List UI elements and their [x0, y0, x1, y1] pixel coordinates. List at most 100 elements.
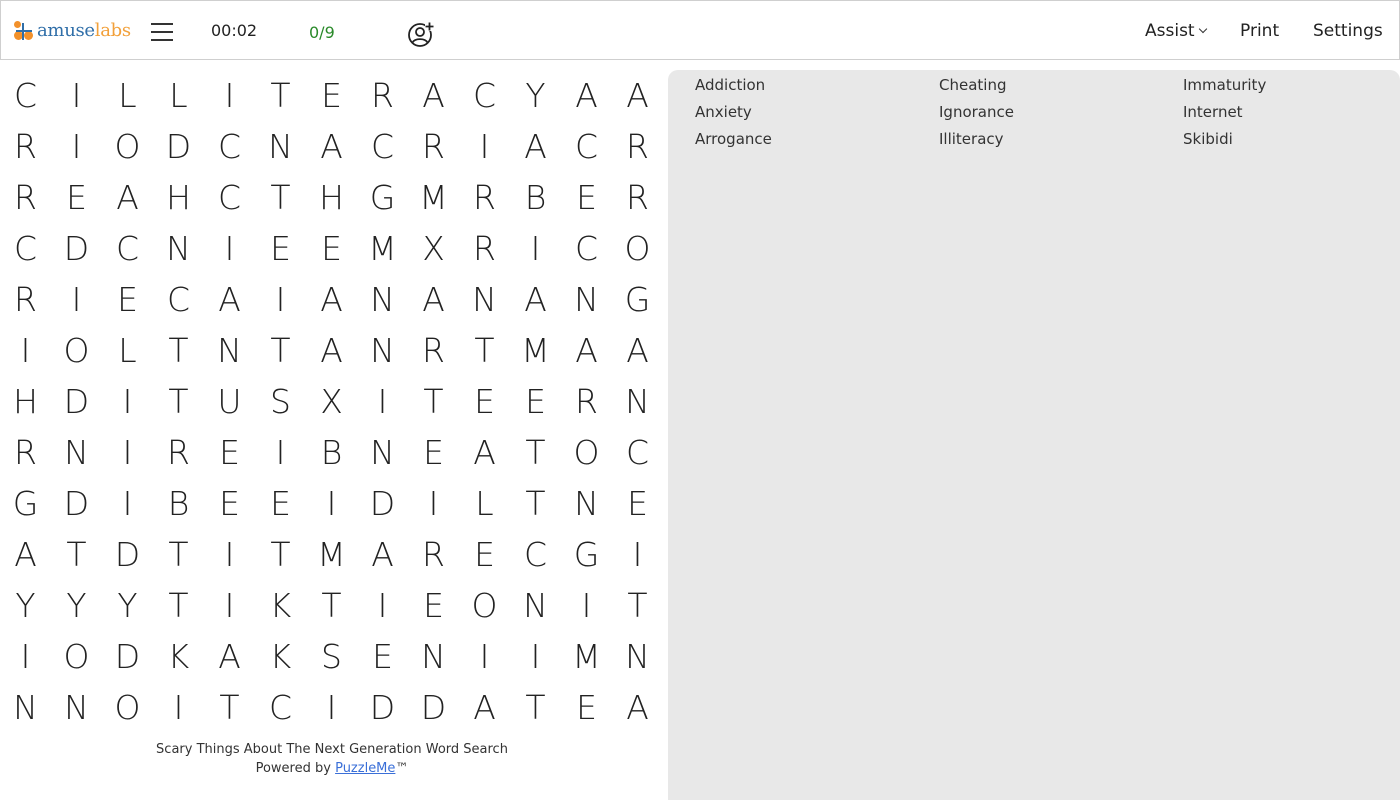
grid-cell[interactable]: I — [357, 580, 408, 631]
grid-cell[interactable]: I — [510, 223, 561, 274]
grid-cell[interactable]: X — [408, 223, 459, 274]
grid-cell[interactable]: O — [459, 580, 510, 631]
grid-cell[interactable]: N — [612, 631, 663, 682]
grid-cell[interactable]: C — [153, 274, 204, 325]
grid-cell[interactable]: Y — [51, 580, 102, 631]
grid-cell[interactable]: N — [51, 682, 102, 733]
grid-cell[interactable]: O — [51, 631, 102, 682]
grid-cell[interactable]: T — [255, 172, 306, 223]
word-search-grid[interactable]: CILLITERACYAARIODCNACRIACRREAHCTHGMRBERC… — [0, 70, 664, 733]
grid-cell[interactable]: G — [561, 529, 612, 580]
grid-cell[interactable]: R — [0, 274, 51, 325]
grid-cell[interactable]: G — [612, 274, 663, 325]
grid-cell[interactable]: R — [459, 223, 510, 274]
grid-cell[interactable]: N — [153, 223, 204, 274]
grid-cell[interactable]: I — [459, 121, 510, 172]
grid-cell[interactable]: R — [153, 427, 204, 478]
grid-cell[interactable]: A — [408, 274, 459, 325]
grid-cell[interactable]: A — [612, 682, 663, 733]
grid-cell[interactable]: R — [0, 427, 51, 478]
grid-cell[interactable]: R — [408, 325, 459, 376]
grid-cell[interactable]: T — [153, 325, 204, 376]
grid-cell[interactable]: D — [51, 376, 102, 427]
grid-cell[interactable]: C — [0, 223, 51, 274]
grid-cell[interactable]: A — [561, 325, 612, 376]
grid-cell[interactable]: R — [561, 376, 612, 427]
grid-cell[interactable]: T — [204, 682, 255, 733]
grid-cell[interactable]: X — [306, 376, 357, 427]
grid-cell[interactable]: N — [561, 274, 612, 325]
grid-cell[interactable]: E — [510, 376, 561, 427]
grid-cell[interactable]: L — [102, 325, 153, 376]
grid-cell[interactable]: K — [255, 580, 306, 631]
grid-cell[interactable]: A — [204, 274, 255, 325]
grid-cell[interactable]: I — [204, 580, 255, 631]
grid-cell[interactable]: E — [357, 631, 408, 682]
grid-cell[interactable]: E — [306, 223, 357, 274]
grid-cell[interactable]: E — [204, 478, 255, 529]
grid-cell[interactable]: D — [408, 682, 459, 733]
grid-cell[interactable]: B — [306, 427, 357, 478]
grid-cell[interactable]: C — [204, 172, 255, 223]
grid-cell[interactable]: T — [153, 580, 204, 631]
grid-cell[interactable]: C — [255, 682, 306, 733]
grid-cell[interactable]: I — [0, 325, 51, 376]
grid-cell[interactable]: E — [255, 478, 306, 529]
grid-cell[interactable]: B — [153, 478, 204, 529]
grid-cell[interactable]: D — [102, 529, 153, 580]
grid-cell[interactable]: H — [0, 376, 51, 427]
grid-cell[interactable]: C — [204, 121, 255, 172]
grid-cell[interactable]: R — [0, 121, 51, 172]
grid-cell[interactable]: A — [102, 172, 153, 223]
grid-cell[interactable]: N — [612, 376, 663, 427]
grid-cell[interactable]: I — [0, 631, 51, 682]
grid-cell[interactable]: I — [306, 478, 357, 529]
grid-cell[interactable]: B — [510, 172, 561, 223]
grid-cell[interactable]: E — [408, 427, 459, 478]
grid-cell[interactable]: T — [51, 529, 102, 580]
grid-cell[interactable]: N — [561, 478, 612, 529]
grid-cell[interactable]: T — [306, 580, 357, 631]
grid-cell[interactable]: S — [306, 631, 357, 682]
grid-cell[interactable]: I — [102, 427, 153, 478]
grid-cell[interactable]: M — [357, 223, 408, 274]
grid-cell[interactable]: I — [51, 274, 102, 325]
grid-cell[interactable]: E — [255, 223, 306, 274]
grid-cell[interactable]: K — [255, 631, 306, 682]
grid-cell[interactable]: N — [510, 580, 561, 631]
grid-cell[interactable]: C — [561, 223, 612, 274]
grid-cell[interactable]: C — [102, 223, 153, 274]
grid-cell[interactable]: A — [510, 274, 561, 325]
grid-cell[interactable]: Y — [0, 580, 51, 631]
grid-cell[interactable]: G — [0, 478, 51, 529]
grid-cell[interactable]: A — [612, 325, 663, 376]
grid-cell[interactable]: C — [561, 121, 612, 172]
grid-cell[interactable]: I — [255, 274, 306, 325]
grid-cell[interactable]: I — [561, 580, 612, 631]
grid-cell[interactable]: N — [204, 325, 255, 376]
grid-cell[interactable]: A — [306, 121, 357, 172]
grid-cell[interactable]: R — [612, 121, 663, 172]
grid-cell[interactable]: A — [306, 274, 357, 325]
grid-cell[interactable]: M — [561, 631, 612, 682]
grid-cell[interactable]: I — [51, 121, 102, 172]
grid-cell[interactable]: T — [510, 427, 561, 478]
grid-cell[interactable]: T — [255, 529, 306, 580]
grid-cell[interactable]: M — [306, 529, 357, 580]
grid-cell[interactable]: A — [612, 70, 663, 121]
grid-cell[interactable]: K — [153, 631, 204, 682]
add-user-icon[interactable] — [407, 20, 435, 48]
grid-cell[interactable]: I — [204, 223, 255, 274]
grid-cell[interactable]: T — [255, 325, 306, 376]
grid-cell[interactable]: A — [306, 325, 357, 376]
grid-cell[interactable]: R — [357, 70, 408, 121]
grid-cell[interactable]: I — [408, 478, 459, 529]
grid-cell[interactable]: T — [459, 325, 510, 376]
grid-cell[interactable]: N — [357, 427, 408, 478]
grid-cell[interactable]: N — [357, 325, 408, 376]
grid-cell[interactable]: O — [612, 223, 663, 274]
grid-cell[interactable]: C — [510, 529, 561, 580]
grid-cell[interactable]: R — [0, 172, 51, 223]
settings-button[interactable]: Settings — [1313, 21, 1383, 41]
grid-cell[interactable]: O — [102, 121, 153, 172]
